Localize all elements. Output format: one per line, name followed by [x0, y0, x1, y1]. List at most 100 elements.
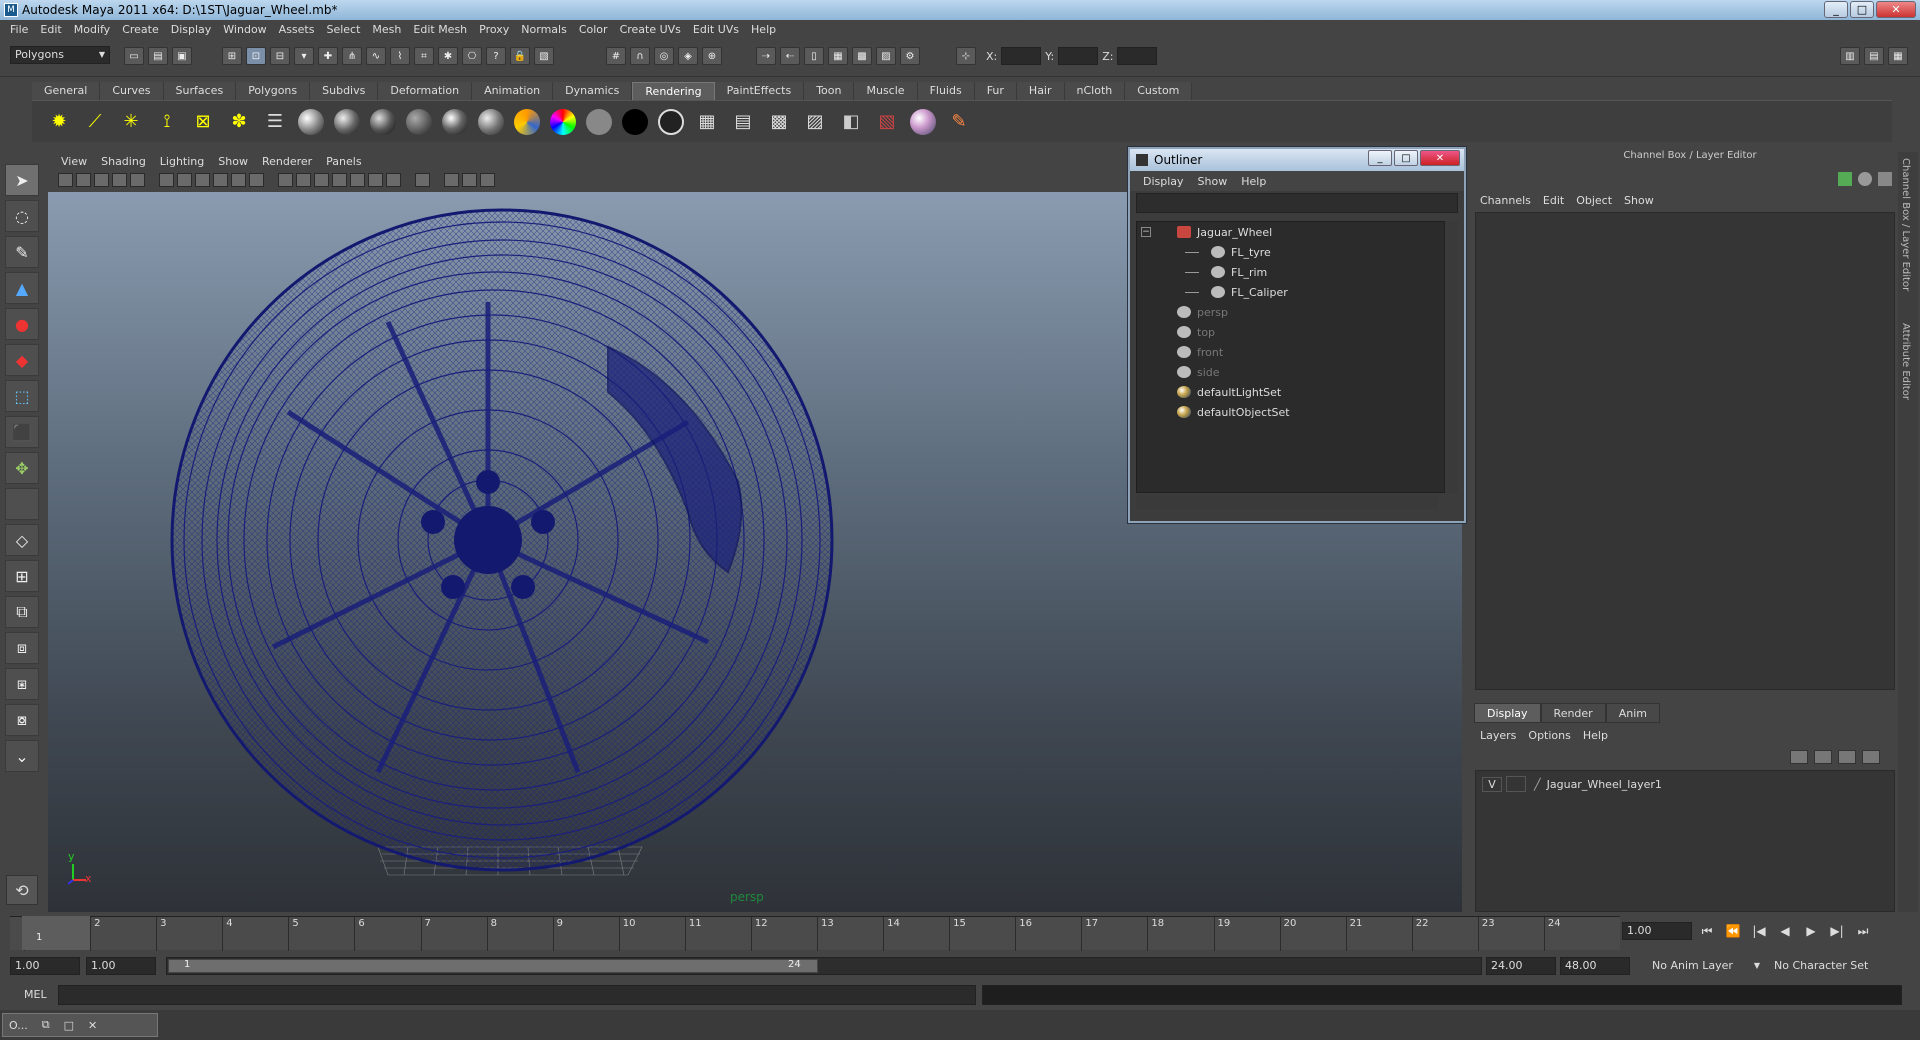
- persp-outliner-layout-icon[interactable]: ⧉: [5, 596, 39, 628]
- film-gate-icon[interactable]: [159, 173, 174, 187]
- menu-create-uvs[interactable]: Create UVs: [614, 23, 687, 36]
- resolution-gate-icon[interactable]: [177, 173, 192, 187]
- texture-node-icon[interactable]: ◧: [836, 107, 866, 137]
- select-deformations-icon[interactable]: ⌗: [414, 47, 434, 65]
- wireframe-icon[interactable]: [278, 173, 293, 187]
- menu-help[interactable]: Help: [745, 23, 782, 36]
- lock-selection-icon[interactable]: 🔒: [510, 47, 530, 65]
- open-scene-icon[interactable]: ▤: [148, 47, 168, 65]
- snap-view-plane-icon[interactable]: ◈: [678, 47, 698, 65]
- channel-box-panel[interactable]: [1475, 212, 1895, 690]
- outliner-item[interactable]: side: [1137, 362, 1451, 382]
- menu-mesh[interactable]: Mesh: [366, 23, 407, 36]
- ramp-shader-icon[interactable]: [512, 107, 542, 137]
- shadows-icon[interactable]: [368, 173, 383, 187]
- layer-color-swatch-icon[interactable]: ╱: [1534, 778, 1541, 791]
- toggle-tool-settings-icon[interactable]: ▤: [1864, 47, 1884, 65]
- shading-map-icon[interactable]: [656, 107, 686, 137]
- animation-start-field[interactable]: 1.00: [10, 957, 80, 975]
- outliner-item[interactable]: FL_tyre: [1137, 242, 1451, 262]
- grid-icon[interactable]: [130, 173, 145, 187]
- shelf-tab-painteffects[interactable]: PaintEffects: [714, 82, 805, 100]
- paint-brush-icon[interactable]: ✎: [944, 107, 974, 137]
- directional-light-icon[interactable]: ⟋: [80, 107, 110, 137]
- shade-wireframe-icon[interactable]: [314, 173, 329, 187]
- area-light-icon[interactable]: ⊠: [188, 107, 218, 137]
- snap-curve-icon[interactable]: ∩: [630, 47, 650, 65]
- go-to-end-icon[interactable]: ⏭: [1854, 922, 1872, 940]
- camera-attributes-icon[interactable]: [76, 173, 91, 187]
- shelf-tab-fluids[interactable]: Fluids: [917, 82, 975, 100]
- y-field[interactable]: [1058, 47, 1099, 65]
- toggle-channel-box-icon[interactable]: ▦: [1888, 47, 1908, 65]
- outliner-item[interactable]: top: [1137, 322, 1451, 342]
- xray-joints-icon[interactable]: [462, 173, 477, 187]
- ipr-render-icon[interactable]: ▨: [876, 47, 896, 65]
- create-render-node-icon[interactable]: ▦: [692, 107, 722, 137]
- select-handles-icon[interactable]: ✚: [318, 47, 338, 65]
- render-current-frame-icon[interactable]: [296, 107, 326, 137]
- save-scene-icon[interactable]: ▣: [172, 47, 192, 65]
- select-curves-icon[interactable]: ∿: [366, 47, 386, 65]
- point-light-icon[interactable]: ✳: [116, 107, 146, 137]
- high-quality-icon[interactable]: [480, 173, 495, 187]
- new-scene-icon[interactable]: ▭: [124, 47, 144, 65]
- spot-light-icon[interactable]: ⟟: [152, 107, 182, 137]
- persp-graph-hypergraph-layout-icon[interactable]: ⧇: [5, 704, 39, 736]
- move-layer-up-icon[interactable]: [1790, 750, 1808, 764]
- outliner-item[interactable]: FL_Caliper: [1137, 282, 1451, 302]
- menu-window[interactable]: Window: [217, 23, 272, 36]
- close-icon[interactable]: ✕: [88, 1019, 97, 1032]
- shelf-tab-animation[interactable]: Animation: [472, 82, 554, 100]
- menu-set-dropdown[interactable]: Polygons: [10, 46, 110, 64]
- use-all-lights-icon[interactable]: [350, 173, 365, 187]
- batch-render-icon[interactable]: ▩: [764, 107, 794, 137]
- outliner-maximize-button[interactable]: □: [1394, 150, 1418, 166]
- animation-end-field[interactable]: 48.00: [1560, 957, 1630, 975]
- scale-tool-icon[interactable]: ◆: [5, 344, 39, 376]
- move-layer-down-icon[interactable]: [1814, 750, 1832, 764]
- go-to-start-icon[interactable]: ⏮: [1698, 922, 1716, 940]
- channelbox-menu-edit[interactable]: Edit: [1537, 194, 1570, 207]
- render-region-icon[interactable]: ▨: [800, 107, 830, 137]
- paint-select-tool-icon[interactable]: ✎: [5, 236, 39, 268]
- viewport-menu-lighting[interactable]: Lighting: [153, 155, 211, 168]
- manipulator-tool-icon[interactable]: ⬚: [5, 380, 39, 412]
- select-dynamics-icon[interactable]: ✱: [438, 47, 458, 65]
- viewport-menu-panels[interactable]: Panels: [319, 155, 368, 168]
- menu-proxy[interactable]: Proxy: [473, 23, 515, 36]
- shelf-tab-hair[interactable]: Hair: [1016, 82, 1065, 100]
- range-slider-handle[interactable]: [168, 959, 818, 973]
- move-tool-icon[interactable]: ▲: [5, 272, 39, 304]
- quick-layout-icon[interactable]: ⟲: [6, 875, 38, 905]
- viewport-menu-shading[interactable]: Shading: [94, 155, 153, 168]
- output-ops-icon[interactable]: ⇠: [780, 47, 800, 65]
- select-component-icon[interactable]: ⊟: [270, 47, 290, 65]
- show-manipulator-icon[interactable]: ✥: [5, 452, 39, 484]
- shelf-tab-custom[interactable]: Custom: [1125, 82, 1193, 100]
- new-empty-layer-icon[interactable]: [1838, 750, 1856, 764]
- render-current-icon[interactable]: ▩: [852, 47, 872, 65]
- image-plane-icon[interactable]: [112, 173, 127, 187]
- soft-modify-tool-icon[interactable]: ⬛: [5, 416, 39, 448]
- menu-modify[interactable]: Modify: [68, 23, 116, 36]
- show-channel-box-icon[interactable]: [1838, 172, 1852, 186]
- minimized-window-button[interactable]: O... ⧉ □ ✕: [2, 1013, 158, 1037]
- show-both-icon[interactable]: [1878, 172, 1892, 186]
- expand-toggle-icon[interactable]: −: [1141, 227, 1151, 237]
- layer-visibility-toggle[interactable]: V: [1482, 776, 1502, 792]
- viewport-menu-view[interactable]: View: [54, 155, 94, 168]
- close-button[interactable]: ✕: [1876, 1, 1916, 18]
- select-tool-icon[interactable]: ➤: [5, 164, 39, 196]
- shelf-tab-fur[interactable]: Fur: [974, 82, 1017, 100]
- hypershade-icon[interactable]: ☰: [260, 107, 290, 137]
- shelf-tab-ncloth[interactable]: nCloth: [1064, 82, 1126, 100]
- outliner-item[interactable]: front: [1137, 342, 1451, 362]
- select-hierarchy-icon[interactable]: ⊞: [222, 47, 242, 65]
- viewport-menu-renderer[interactable]: Renderer: [255, 155, 319, 168]
- layout-options-icon[interactable]: ⌄: [5, 740, 39, 772]
- maximize-icon[interactable]: □: [64, 1019, 74, 1032]
- layer-tab-display[interactable]: Display: [1474, 703, 1541, 723]
- new-layer-from-selection-icon[interactable]: [1862, 750, 1880, 764]
- menu-create[interactable]: Create: [116, 23, 165, 36]
